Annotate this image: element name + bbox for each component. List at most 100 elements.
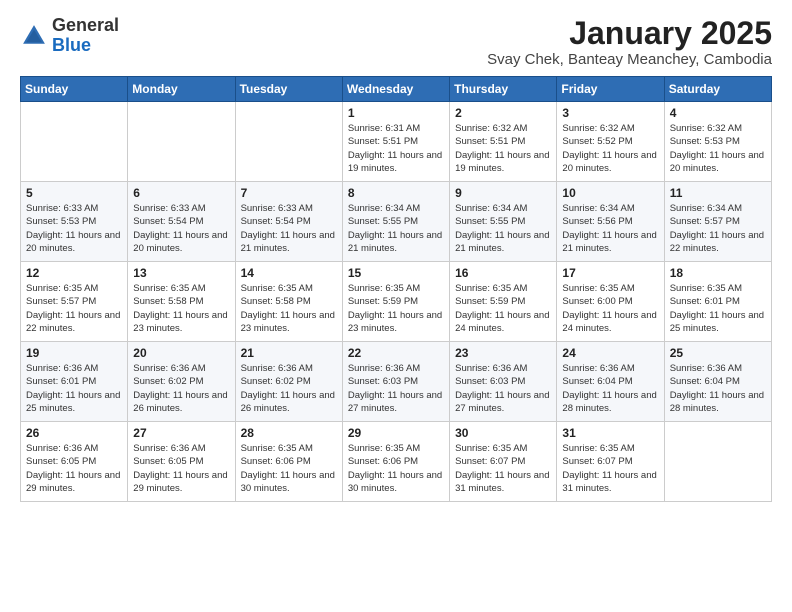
day-info: Sunrise: 6:31 AM Sunset: 5:51 PM Dayligh… xyxy=(348,122,444,175)
day-cell: 22 Sunrise: 6:36 AM Sunset: 6:03 PM Dayli… xyxy=(342,342,449,422)
day-header-friday: Friday xyxy=(557,77,664,102)
day-info: Sunrise: 6:33 AM Sunset: 5:54 PM Dayligh… xyxy=(133,202,229,255)
day-info: Sunrise: 6:36 AM Sunset: 6:02 PM Dayligh… xyxy=(241,362,337,415)
day-cell: 18 Sunrise: 6:35 AM Sunset: 6:01 PM Dayli… xyxy=(664,262,771,342)
week-row-2: 5 Sunrise: 6:33 AM Sunset: 5:53 PM Daylig… xyxy=(21,182,772,262)
day-cell: 11Sunrise: 6:34 AM Sunset: 5:57 PM Dayli… xyxy=(664,182,771,262)
day-cell: 1 Sunrise: 6:31 AM Sunset: 5:51 PM Daylig… xyxy=(342,102,449,182)
day-number: 19 xyxy=(26,346,122,360)
day-number: 7 xyxy=(241,186,337,200)
day-info: Sunrise: 6:32 AM Sunset: 5:51 PM Dayligh… xyxy=(455,122,551,175)
day-info: Sunrise: 6:35 AM Sunset: 6:07 PM Dayligh… xyxy=(562,442,658,495)
day-number: 23 xyxy=(455,346,551,360)
day-header-thursday: Thursday xyxy=(450,77,557,102)
day-number: 2 xyxy=(455,106,551,120)
day-cell: 8 Sunrise: 6:34 AM Sunset: 5:55 PM Daylig… xyxy=(342,182,449,262)
header: General Blue January 2025 Svay Chek, Ban… xyxy=(20,16,772,68)
day-info: Sunrise: 6:33 AM Sunset: 5:53 PM Dayligh… xyxy=(26,202,122,255)
day-info: Sunrise: 6:35 AM Sunset: 5:59 PM Dayligh… xyxy=(455,282,551,335)
day-info: Sunrise: 6:35 AM Sunset: 6:01 PM Dayligh… xyxy=(670,282,766,335)
day-info: Sunrise: 6:36 AM Sunset: 6:05 PM Dayligh… xyxy=(26,442,122,495)
week-row-4: 19 Sunrise: 6:36 AM Sunset: 6:01 PM Dayli… xyxy=(21,342,772,422)
week-row-1: 1 Sunrise: 6:31 AM Sunset: 5:51 PM Daylig… xyxy=(21,102,772,182)
day-info: Sunrise: 6:34 AM Sunset: 5:55 PM Dayligh… xyxy=(348,202,444,255)
day-cell: 31 Sunrise: 6:35 AM Sunset: 6:07 PM Dayli… xyxy=(557,422,664,502)
day-cell: 27Sunrise: 6:36 AM Sunset: 6:05 PM Dayli… xyxy=(128,422,235,502)
day-number: 4 xyxy=(670,106,766,120)
day-number: 28 xyxy=(241,426,337,440)
day-cell: 10Sunrise: 6:34 AM Sunset: 5:56 PM Dayli… xyxy=(557,182,664,262)
logo-blue-text: Blue xyxy=(52,35,91,55)
day-number: 6 xyxy=(133,186,229,200)
day-number: 3 xyxy=(562,106,658,120)
day-number: 1 xyxy=(348,106,444,120)
day-number: 21 xyxy=(241,346,337,360)
day-cell: 25 Sunrise: 6:36 AM Sunset: 6:04 PM Dayli… xyxy=(664,342,771,422)
page: General Blue January 2025 Svay Chek, Ban… xyxy=(0,0,792,518)
day-number: 18 xyxy=(670,266,766,280)
day-header-monday: Monday xyxy=(128,77,235,102)
day-cell: 15 Sunrise: 6:35 AM Sunset: 5:59 PM Dayli… xyxy=(342,262,449,342)
day-cell: 3Sunrise: 6:32 AM Sunset: 5:52 PM Daylig… xyxy=(557,102,664,182)
day-info: Sunrise: 6:36 AM Sunset: 6:03 PM Dayligh… xyxy=(348,362,444,415)
day-cell: 4 Sunrise: 6:32 AM Sunset: 5:53 PM Daylig… xyxy=(664,102,771,182)
day-number: 13 xyxy=(133,266,229,280)
day-number: 22 xyxy=(348,346,444,360)
day-cell: 5 Sunrise: 6:33 AM Sunset: 5:53 PM Daylig… xyxy=(21,182,128,262)
day-cell: 14 Sunrise: 6:35 AM Sunset: 5:58 PM Dayli… xyxy=(235,262,342,342)
day-number: 31 xyxy=(562,426,658,440)
day-info: Sunrise: 6:36 AM Sunset: 6:05 PM Dayligh… xyxy=(133,442,229,495)
day-cell xyxy=(664,422,771,502)
day-cell: 26 Sunrise: 6:36 AM Sunset: 6:05 PM Dayli… xyxy=(21,422,128,502)
day-info: Sunrise: 6:34 AM Sunset: 5:55 PM Dayligh… xyxy=(455,202,551,255)
day-info: Sunrise: 6:35 AM Sunset: 6:06 PM Dayligh… xyxy=(241,442,337,495)
logo-icon xyxy=(20,22,48,50)
day-number: 5 xyxy=(26,186,122,200)
calendar-table: SundayMondayTuesdayWednesdayThursdayFrid… xyxy=(20,76,772,502)
day-cell: 29Sunrise: 6:35 AM Sunset: 6:06 PM Dayli… xyxy=(342,422,449,502)
day-number: 25 xyxy=(670,346,766,360)
calendar-header: SundayMondayTuesdayWednesdayThursdayFrid… xyxy=(21,77,772,102)
day-header-saturday: Saturday xyxy=(664,77,771,102)
day-cell: 6 Sunrise: 6:33 AM Sunset: 5:54 PM Daylig… xyxy=(128,182,235,262)
day-info: Sunrise: 6:32 AM Sunset: 5:53 PM Dayligh… xyxy=(670,122,766,175)
logo-general-text: General xyxy=(52,15,119,35)
day-info: Sunrise: 6:34 AM Sunset: 5:56 PM Dayligh… xyxy=(562,202,658,255)
day-info: Sunrise: 6:36 AM Sunset: 6:03 PM Dayligh… xyxy=(455,362,551,415)
day-cell xyxy=(128,102,235,182)
day-cell xyxy=(21,102,128,182)
day-number: 24 xyxy=(562,346,658,360)
day-number: 8 xyxy=(348,186,444,200)
day-cell: 24 Sunrise: 6:36 AM Sunset: 6:04 PM Dayli… xyxy=(557,342,664,422)
day-info: Sunrise: 6:35 AM Sunset: 5:59 PM Dayligh… xyxy=(348,282,444,335)
day-number: 11 xyxy=(670,186,766,200)
day-info: Sunrise: 6:35 AM Sunset: 5:57 PM Dayligh… xyxy=(26,282,122,335)
day-number: 15 xyxy=(348,266,444,280)
day-cell: 12 Sunrise: 6:35 AM Sunset: 5:57 PM Dayli… xyxy=(21,262,128,342)
day-info: Sunrise: 6:35 AM Sunset: 6:00 PM Dayligh… xyxy=(562,282,658,335)
day-cell: 30Sunrise: 6:35 AM Sunset: 6:07 PM Dayli… xyxy=(450,422,557,502)
day-cell: 23 Sunrise: 6:36 AM Sunset: 6:03 PM Dayli… xyxy=(450,342,557,422)
calendar-body: 1 Sunrise: 6:31 AM Sunset: 5:51 PM Daylig… xyxy=(21,102,772,502)
day-number: 17 xyxy=(562,266,658,280)
day-header-wednesday: Wednesday xyxy=(342,77,449,102)
day-cell: 16Sunrise: 6:35 AM Sunset: 5:59 PM Dayli… xyxy=(450,262,557,342)
day-info: Sunrise: 6:36 AM Sunset: 6:04 PM Dayligh… xyxy=(562,362,658,415)
day-cell: 20Sunrise: 6:36 AM Sunset: 6:02 PM Dayli… xyxy=(128,342,235,422)
day-cell: 19 Sunrise: 6:36 AM Sunset: 6:01 PM Dayli… xyxy=(21,342,128,422)
day-info: Sunrise: 6:36 AM Sunset: 6:02 PM Dayligh… xyxy=(133,362,229,415)
calendar-title: January 2025 xyxy=(487,16,772,51)
day-info: Sunrise: 6:36 AM Sunset: 6:01 PM Dayligh… xyxy=(26,362,122,415)
calendar-subtitle: Svay Chek, Banteay Meanchey, Cambodia xyxy=(487,51,772,68)
week-row-5: 26 Sunrise: 6:36 AM Sunset: 6:05 PM Dayli… xyxy=(21,422,772,502)
day-number: 14 xyxy=(241,266,337,280)
day-info: Sunrise: 6:35 AM Sunset: 5:58 PM Dayligh… xyxy=(133,282,229,335)
day-number: 12 xyxy=(26,266,122,280)
day-number: 26 xyxy=(26,426,122,440)
day-info: Sunrise: 6:36 AM Sunset: 6:04 PM Dayligh… xyxy=(670,362,766,415)
day-info: Sunrise: 6:35 AM Sunset: 6:06 PM Dayligh… xyxy=(348,442,444,495)
day-cell: 13 Sunrise: 6:35 AM Sunset: 5:58 PM Dayli… xyxy=(128,262,235,342)
day-info: Sunrise: 6:35 AM Sunset: 5:58 PM Dayligh… xyxy=(241,282,337,335)
week-row-3: 12 Sunrise: 6:35 AM Sunset: 5:57 PM Dayli… xyxy=(21,262,772,342)
day-header-sunday: Sunday xyxy=(21,77,128,102)
